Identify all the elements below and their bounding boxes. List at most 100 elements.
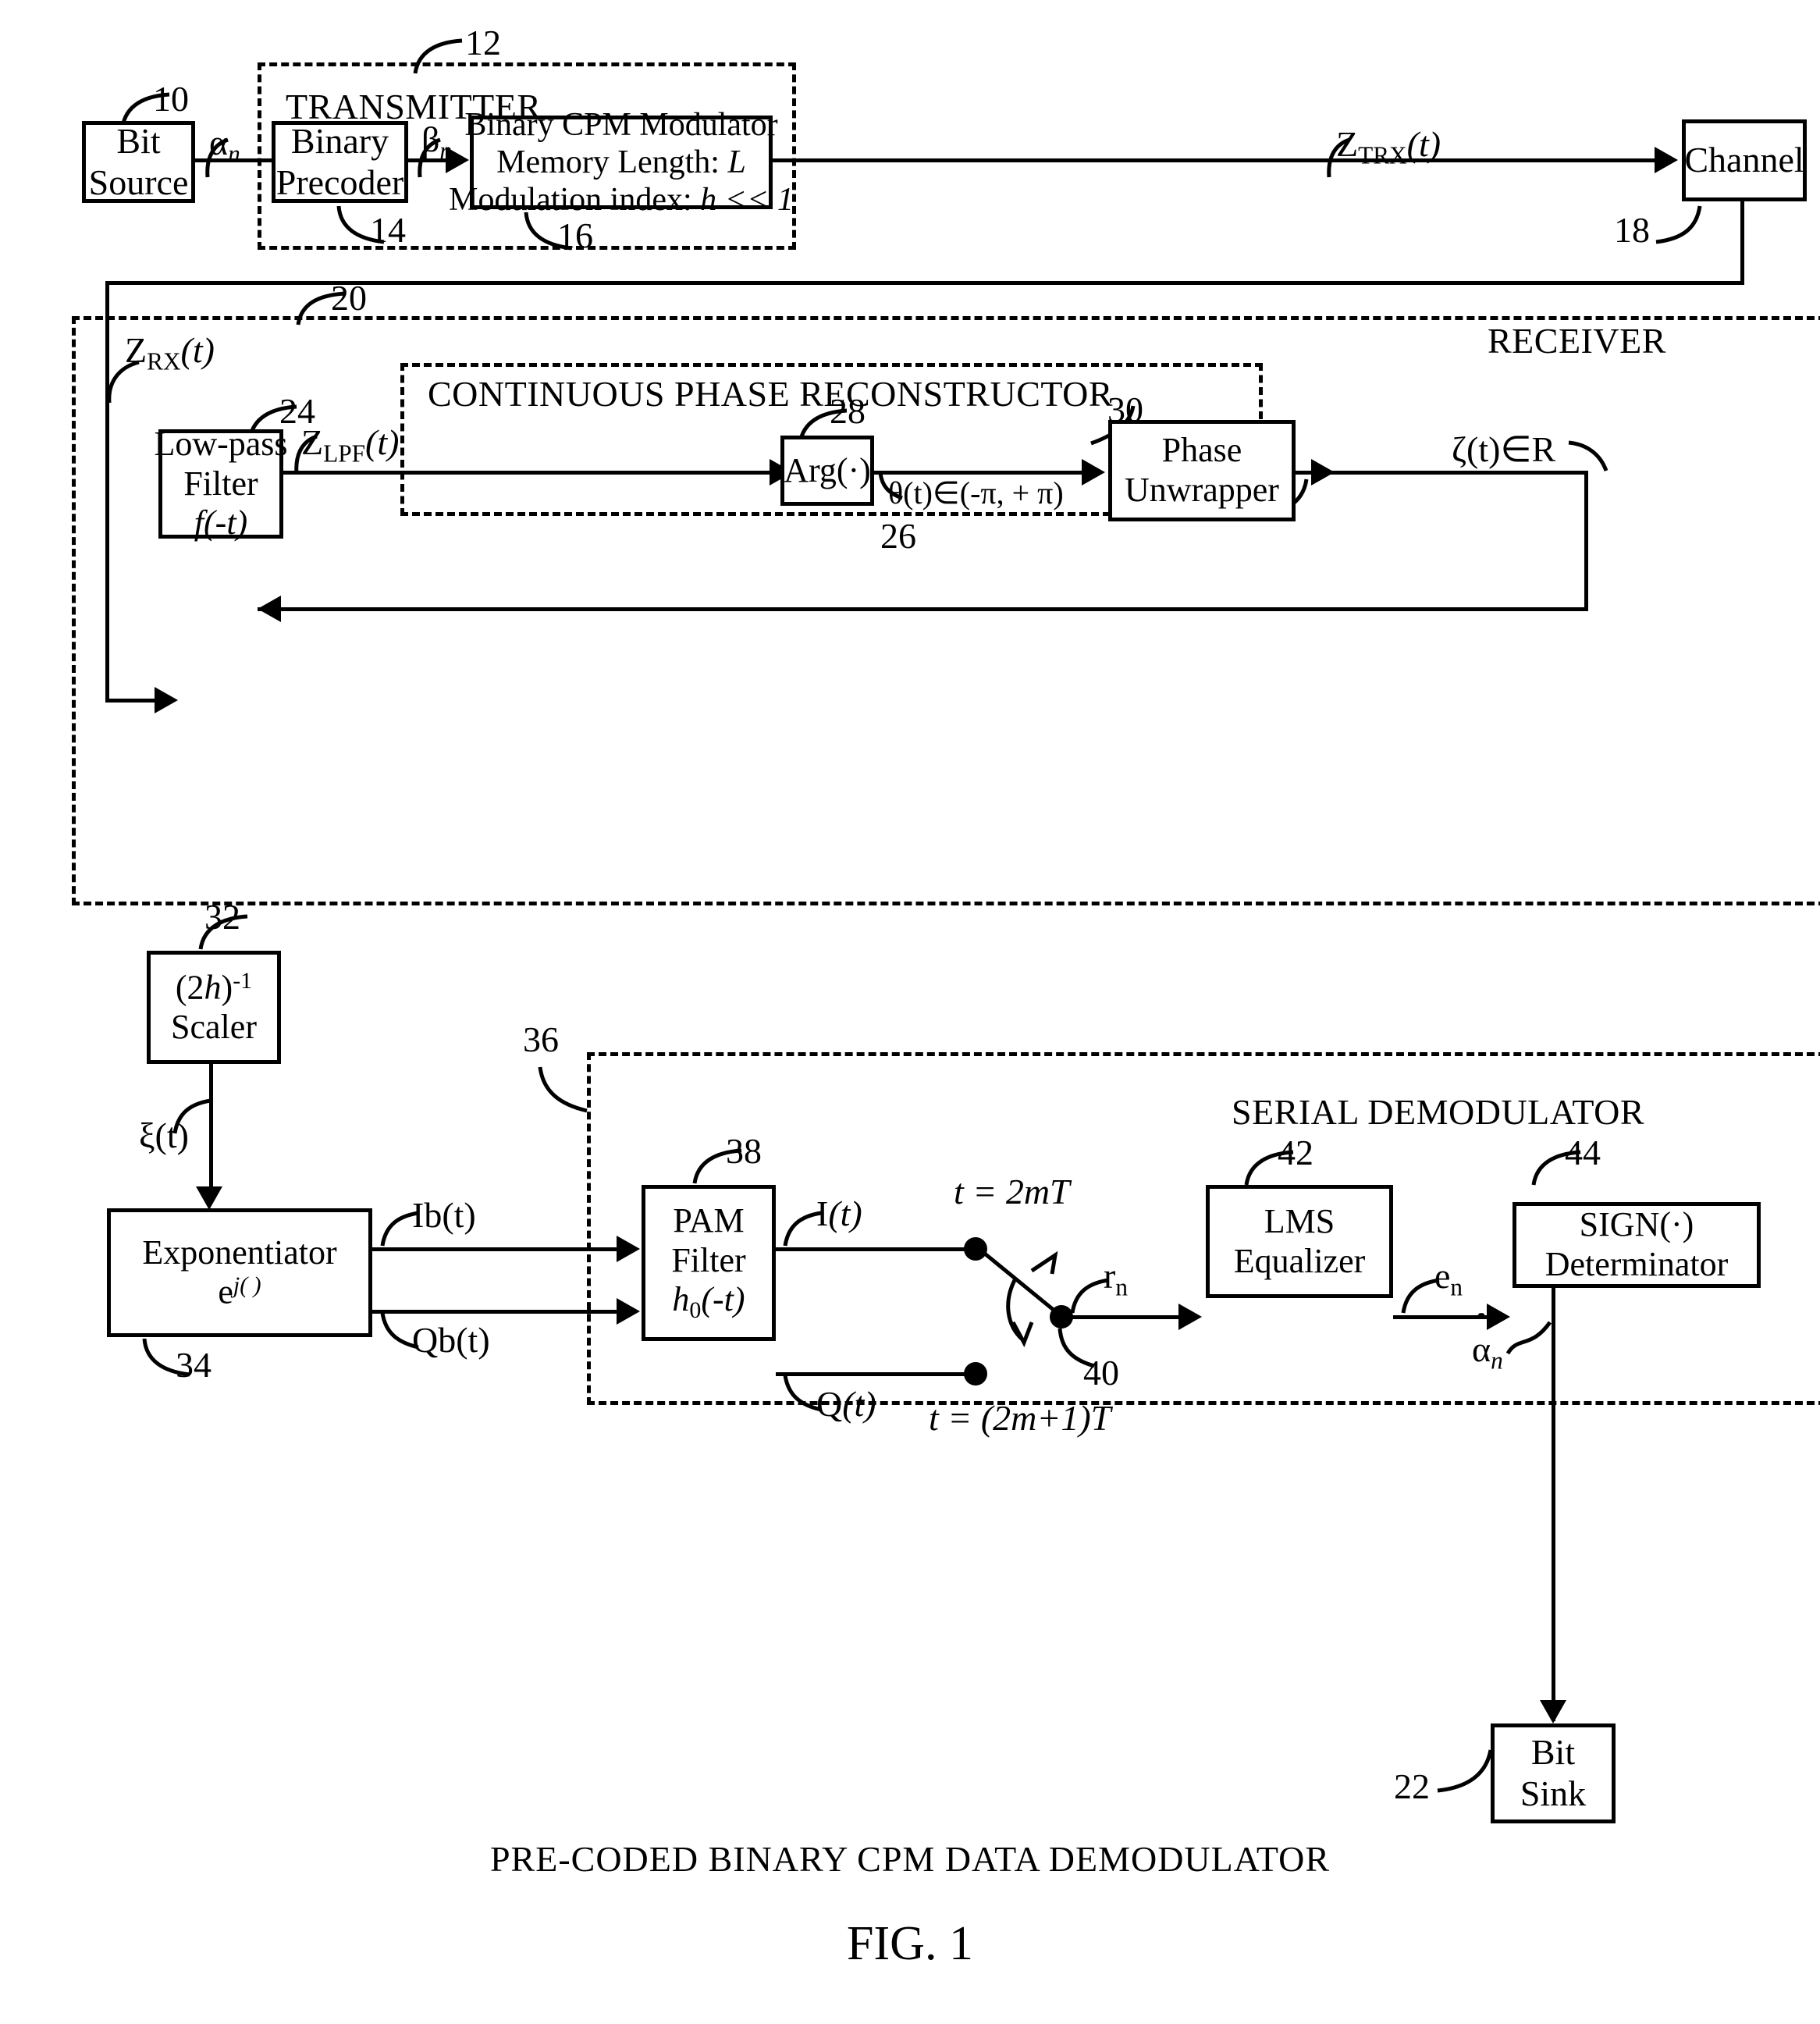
binary-precoder-line2: Precoder (275, 162, 404, 202)
bit-sink-line1: Bit (1530, 1732, 1576, 1773)
leader-line-alpha-hat (1505, 1321, 1552, 1355)
receiver-label: RECEIVER (1488, 321, 1666, 361)
signal-label-z-rx: ZRX(t) (125, 330, 215, 375)
ref-number-42: 42 (1278, 1133, 1313, 1172)
scaler-line1: (2h)-1 (175, 967, 253, 1007)
block-phase-unwrapper[interactable]: Phase Unwrapper (1108, 420, 1296, 521)
cpm-modulator-line3: Modulation index: h << 1 (449, 182, 794, 219)
arrowhead-to-unwrapper (1082, 459, 1105, 486)
wire-zeta-left (258, 607, 1588, 611)
wire-transmitter-to-channel (916, 158, 1658, 162)
signal-label-q-t: Q(t) (816, 1384, 876, 1424)
arrowhead-zeta (1311, 459, 1335, 486)
unwrapper-line1: Phase (1161, 431, 1242, 470)
block-bit-source[interactable]: Bit Source (82, 121, 195, 203)
wire-zeta-down (1584, 471, 1588, 610)
block-sign-determinator[interactable]: SIGN(·) Determinator (1513, 1202, 1761, 1288)
block-cpm-modulator[interactable]: Binary CPM Modulator Memory Length: L Mo… (449, 107, 794, 219)
signal-label-z-lpf: ZLPF(t) (301, 422, 400, 468)
arg-line1: Arg(·) (784, 450, 871, 489)
signal-label-xi: ξ(t) (139, 1115, 189, 1155)
signal-label-alpha-hat: ˆ αn (1472, 1306, 1503, 1375)
block-bit-sink[interactable]: Bit Sink (1491, 1723, 1616, 1823)
scaler-line2: Scaler (171, 1007, 257, 1046)
signal-label-zeta: ζ(t)∈R (1452, 429, 1556, 469)
block-channel[interactable]: Channel (1682, 119, 1807, 201)
ref-number-38: 38 (726, 1131, 762, 1171)
channel-line1: Channel (1684, 140, 1804, 180)
ref-number-20: 20 (331, 278, 367, 318)
ref-number-28: 28 (830, 391, 866, 431)
signal-label-sample-even: t = 2mT (954, 1172, 1070, 1211)
block-lms-equalizer[interactable]: LMS Equalizer (1206, 1185, 1393, 1298)
sampling-contact-odd (964, 1362, 987, 1385)
cpm-modulator-line2: Memory Length: L (496, 144, 746, 180)
leader-line-zeta (1568, 440, 1608, 471)
ref-number-18: 18 (1614, 210, 1650, 250)
serial-demodulator-label: SERIAL DEMODULATOR (1232, 1092, 1645, 1132)
signal-label-qb: Qb(t) (412, 1320, 490, 1360)
pam-line3: h0(-t) (672, 1280, 745, 1324)
signal-label-sample-odd: t = (2m+1)T (929, 1398, 1111, 1438)
pam-line2: Filter (671, 1240, 746, 1279)
ref-number-32: 32 (204, 897, 240, 937)
block-exponentiator[interactable]: Exponentiator ej( ) (107, 1208, 372, 1337)
ref-number-16: 16 (557, 215, 593, 255)
bit-source-line1: Bit (116, 120, 161, 161)
signal-label-theta: θ(t)∈(-π, + π) (888, 475, 1064, 510)
sign-line1: SIGN(·) (1579, 1205, 1694, 1244)
lms-line2: Equalizer (1233, 1241, 1366, 1280)
ref-number-12: 12 (465, 23, 501, 62)
signal-label-en: en (1434, 1256, 1463, 1301)
figure-caption: PRE-CODED BINARY CPM DATA DEMODULATOR (489, 1839, 1331, 1879)
block-binary-precoder[interactable]: Binary Precoder (272, 121, 408, 203)
patent-figure-page: TRANSMITTER 12 10 Bit Source αn Binary P… (0, 0, 1820, 2024)
ref-number-10: 10 (153, 79, 189, 119)
block-arg[interactable]: Arg(·) (780, 436, 874, 506)
block-lowpass-filter[interactable]: Low-pass Filter f(-t) (154, 425, 287, 542)
lms-line1: LMS (1264, 1201, 1335, 1240)
signal-label-i-t: I(t) (816, 1193, 862, 1233)
exponentiator-line2: ej( ) (218, 1272, 261, 1311)
lpf-line3: f(-t) (194, 503, 248, 542)
figure-number: FIG. 1 (847, 1917, 973, 1970)
ref-number-34: 34 (176, 1345, 212, 1385)
arrowhead-to-modulator (446, 147, 469, 173)
lpf-line2: Filter (183, 464, 258, 503)
binary-precoder-line1: Binary (290, 120, 389, 161)
signal-label-ib: Ib(t) (412, 1195, 476, 1235)
wire-precoder-to-modulator (408, 158, 450, 162)
ref-number-36: 36 (523, 1019, 559, 1059)
arrowhead-to-channel (1655, 147, 1678, 173)
arrowhead-to-exponentiator (196, 1186, 222, 1210)
phase-reconstructor-label: CONTINUOUS PHASE RECONSTRUCTOR (428, 374, 1114, 414)
signal-label-z-trx: ZTRX(t) (1336, 124, 1441, 169)
cpm-modulator-line1: Binary CPM Modulator (464, 106, 778, 143)
ref-number-44: 44 (1565, 1133, 1601, 1172)
leader-line-18 (1655, 205, 1702, 244)
ref-number-14: 14 (370, 210, 406, 250)
leader-line-22 (1437, 1749, 1493, 1793)
wire-modulator-to-channel (773, 158, 916, 162)
lpf-line1: Low-pass (154, 425, 288, 464)
ref-number-22: 22 (1394, 1766, 1430, 1806)
wire-unwrapper-out (1296, 471, 1588, 475)
wire-channel-down (1740, 201, 1744, 283)
unwrapper-line2: Unwrapper (1125, 471, 1279, 509)
block-pam-filter[interactable]: PAM Filter h0(-t) (642, 1185, 776, 1341)
arrowhead-to-scaler (258, 596, 281, 622)
bit-sink-line2: Sink (1520, 1773, 1587, 1813)
leader-line-36 (538, 1066, 588, 1113)
ref-number-40: 40 (1083, 1353, 1119, 1393)
signal-label-rn: rn (1104, 1256, 1128, 1301)
exponentiator-line1: Exponentiator (142, 1233, 337, 1272)
ref-number-26: 26 (880, 516, 916, 556)
wire-bitsource-to-precoder (195, 158, 273, 162)
wire-arg-to-unwrapper (874, 471, 1086, 475)
block-scaler[interactable]: (2h)-1 Scaler (147, 951, 281, 1064)
arrowhead-to-lms (1178, 1304, 1202, 1330)
arrowhead-to-bitsink (1540, 1700, 1566, 1723)
sign-line2: Determinator (1545, 1245, 1729, 1283)
bit-source-line2: Source (88, 162, 189, 202)
pam-line1: PAM (673, 1201, 745, 1240)
